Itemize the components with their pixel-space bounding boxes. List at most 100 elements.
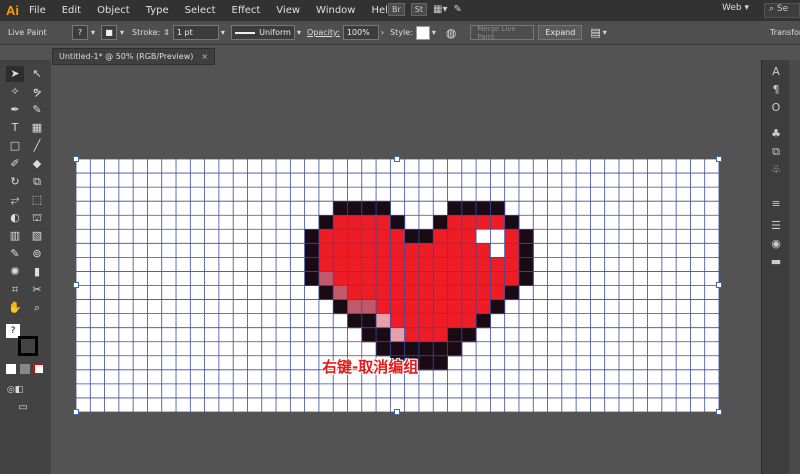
bounding-box-handle[interactable] (73, 156, 79, 162)
heart-pixel[interactable] (376, 215, 391, 230)
heart-pixel[interactable] (433, 313, 449, 329)
bounding-box-handle[interactable] (716, 409, 722, 415)
heart-pixel[interactable] (447, 341, 463, 357)
menu-effect[interactable]: Effect (232, 5, 261, 16)
heart-pixel[interactable] (361, 299, 377, 315)
heart-pixel[interactable] (433, 341, 449, 357)
bounding-box-handle[interactable] (394, 409, 400, 415)
heart-pixel[interactable] (447, 201, 463, 216)
bounding-box-handle[interactable] (73, 409, 79, 415)
heart-pixel[interactable] (361, 257, 377, 272)
slice-tool-icon[interactable]: ✂ (28, 282, 46, 298)
align-icon[interactable]: ▤ (590, 26, 600, 39)
heart-pixel[interactable] (318, 229, 334, 244)
opacity-field[interactable]: 100% (342, 25, 379, 40)
heart-pixel[interactable] (390, 285, 406, 301)
heart-pixel[interactable] (447, 243, 463, 258)
heart-pixel[interactable] (504, 243, 520, 258)
heart-pixel[interactable] (433, 327, 449, 343)
gpu-icon[interactable]: ✎ (453, 4, 461, 15)
menu-edit[interactable]: Edit (62, 5, 81, 16)
menu-select[interactable]: Select (185, 5, 216, 16)
menu-file[interactable]: File (29, 5, 46, 16)
live-paint-bucket-tool-icon[interactable]: ⛫ (28, 210, 46, 226)
menu-object[interactable]: Object (97, 5, 130, 16)
heart-pixel[interactable] (490, 201, 506, 216)
heart-pixel[interactable] (333, 271, 348, 286)
scale-tool-icon[interactable]: ⧉ (28, 174, 46, 190)
rectangle-tool-icon[interactable]: □ (6, 138, 24, 154)
heart-pixel[interactable] (476, 229, 491, 244)
heart-pixel[interactable] (418, 327, 434, 343)
curvature-tool-icon[interactable]: ✎ (28, 102, 46, 118)
heart-pixel[interactable] (376, 257, 391, 272)
heart-pixel[interactable] (333, 285, 348, 301)
heart-pixel[interactable] (333, 215, 348, 230)
heart-pixel[interactable] (504, 215, 520, 230)
heart-pixel[interactable] (490, 271, 506, 286)
heart-pixel[interactable] (461, 229, 477, 244)
rotate-tool-icon[interactable]: ↻ (6, 174, 24, 190)
heart-pixel[interactable] (376, 229, 391, 244)
close-tab-icon[interactable]: × (201, 52, 208, 61)
stroke-stepper-icon[interactable]: ⇕ (163, 28, 170, 37)
pen-tool-icon[interactable]: ✒ (6, 102, 24, 118)
heart-pixel[interactable] (376, 285, 391, 301)
heart-pixel[interactable] (447, 313, 463, 329)
stroke-weight-dropdown-icon[interactable]: ▾ (221, 28, 225, 37)
gradient-mode-swatch-icon[interactable] (20, 364, 30, 374)
fill-dropdown-icon[interactable]: ▾ (91, 28, 95, 37)
heart-pixel[interactable] (390, 243, 406, 258)
stroke-swatch[interactable]: ■ (101, 25, 118, 40)
heart-pixel[interactable] (433, 243, 449, 258)
heart-pixel[interactable] (361, 271, 377, 286)
eyedropper-tool-icon[interactable]: ✎ (6, 246, 24, 262)
heart-pixel[interactable] (418, 299, 434, 315)
heart-pixel[interactable] (476, 313, 491, 329)
stock-button[interactable]: St (410, 3, 427, 16)
color-mode-swatch-icon[interactable] (6, 364, 16, 374)
type-tool-icon[interactable]: T (6, 120, 24, 136)
heart-pixel[interactable] (390, 313, 406, 329)
heart-pixel[interactable] (333, 257, 348, 272)
heart-pixel[interactable] (433, 257, 449, 272)
heart-pixel[interactable] (390, 271, 406, 286)
heart-pixel[interactable] (447, 271, 463, 286)
bridge-button[interactable]: Br (388, 3, 405, 16)
heart-pixel[interactable] (390, 229, 406, 244)
heart-pixel[interactable] (518, 243, 534, 258)
document-tab[interactable]: Untitled-1* @ 50% (RGB/Preview) × (52, 48, 216, 65)
stroke-weight-field[interactable]: 1 pt (172, 25, 219, 40)
heart-pixel[interactable] (447, 327, 463, 343)
heart-pixel[interactable] (333, 229, 348, 244)
grid-tool-icon[interactable]: ▦ (28, 120, 46, 136)
heart-pixel[interactable] (461, 285, 477, 301)
heart-pixel[interactable] (304, 229, 320, 244)
heart-pixel[interactable] (333, 299, 348, 315)
heart-pixel[interactable] (447, 257, 463, 272)
heart-pixel[interactable] (347, 299, 363, 315)
heart-pixel[interactable] (390, 341, 406, 357)
heart-pixel[interactable] (433, 229, 449, 244)
heart-pixel[interactable] (333, 243, 348, 258)
bounding-box-handle[interactable] (73, 282, 79, 288)
heart-pixel[interactable] (447, 229, 463, 244)
heart-pixel[interactable] (518, 257, 534, 272)
heart-pixel[interactable] (347, 257, 363, 272)
heart-pixel[interactable] (390, 327, 406, 343)
heart-pixel[interactable] (490, 229, 506, 244)
opentype-panel-icon[interactable]: O (768, 100, 784, 116)
heart-pixel[interactable] (490, 243, 506, 258)
heart-pixel[interactable] (361, 243, 377, 258)
expand-button[interactable]: Expand (538, 25, 583, 40)
layers-panel-icon[interactable]: ≡ (768, 196, 784, 212)
heart-pixel[interactable] (404, 313, 420, 329)
opacity-flyout-icon[interactable]: › (381, 28, 384, 37)
heart-pixel[interactable] (490, 299, 506, 315)
zoom-tool-icon[interactable]: ⌕ (28, 300, 46, 316)
merge-live-paint-button[interactable]: Merge Live Paint (470, 25, 535, 41)
heart-pixel[interactable] (333, 201, 348, 216)
heart-pixel[interactable] (418, 271, 434, 286)
heart-pixel[interactable] (476, 271, 491, 286)
width-tool-icon[interactable]: ⥂ (6, 192, 24, 208)
